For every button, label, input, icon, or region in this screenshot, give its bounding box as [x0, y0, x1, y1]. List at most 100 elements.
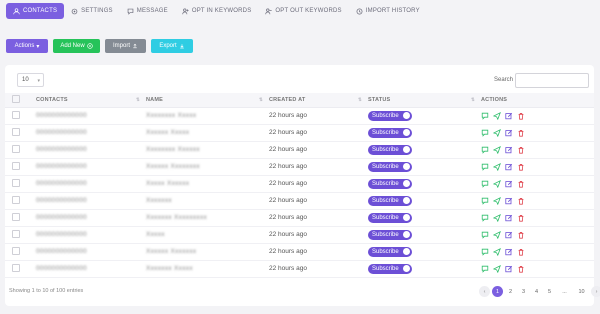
- status-toggle[interactable]: Subscribe: [368, 212, 412, 223]
- send-icon[interactable]: [493, 179, 501, 188]
- send-icon[interactable]: [493, 213, 501, 222]
- status-toggle[interactable]: Subscribe: [368, 178, 412, 189]
- chat-icon[interactable]: [481, 248, 489, 256]
- chat-icon[interactable]: [481, 146, 489, 154]
- row-checkbox[interactable]: [12, 144, 20, 153]
- tab-contacts[interactable]: CONTACTS: [6, 3, 65, 19]
- status-toggle[interactable]: Subscribe: [368, 127, 412, 138]
- table-row: 0000000000000 Xxxxx Xxxxxx 22 hours ago Sub…: [5, 175, 594, 192]
- row-checkbox[interactable]: [12, 212, 20, 221]
- edit-icon[interactable]: [505, 214, 513, 222]
- chat-icon[interactable]: [481, 197, 489, 205]
- row-checkbox[interactable]: [12, 127, 20, 136]
- trash-icon[interactable]: [517, 163, 525, 171]
- contact-number: 0000000000000: [36, 112, 87, 119]
- name-cell: Xxxxxx Xxxxx: [146, 124, 269, 141]
- row-checkbox[interactable]: [12, 195, 20, 204]
- edit-icon[interactable]: [505, 248, 513, 256]
- send-icon[interactable]: [493, 264, 501, 273]
- trash-icon[interactable]: [517, 231, 525, 239]
- status-toggle[interactable]: Subscribe: [368, 263, 412, 274]
- status-toggle[interactable]: Subscribe: [368, 246, 412, 257]
- chat-icon[interactable]: [481, 112, 489, 120]
- edit-icon[interactable]: [505, 231, 513, 239]
- chat-icon[interactable]: [481, 180, 489, 188]
- tab-message[interactable]: MESSAGE: [120, 3, 175, 19]
- page-button[interactable]: 1: [492, 286, 503, 297]
- edit-icon[interactable]: [505, 163, 513, 171]
- status-toggle[interactable]: Subscribe: [368, 110, 412, 121]
- select-all-checkbox[interactable]: [12, 94, 20, 103]
- send-icon[interactable]: [493, 230, 501, 239]
- chat-icon[interactable]: [481, 214, 489, 222]
- edit-icon[interactable]: [505, 197, 513, 205]
- import-button[interactable]: Import: [105, 39, 146, 53]
- actions-dropdown-button[interactable]: Actions ▾: [6, 39, 48, 53]
- trash-icon[interactable]: [517, 146, 525, 154]
- trash-icon[interactable]: [517, 180, 525, 188]
- contact-number: 0000000000000: [36, 231, 87, 238]
- trash-icon[interactable]: [517, 112, 525, 120]
- row-checkbox[interactable]: [12, 263, 20, 272]
- add-new-button[interactable]: Add New: [53, 39, 100, 53]
- trash-icon[interactable]: [517, 214, 525, 222]
- chat-icon[interactable]: [481, 129, 489, 137]
- chat-icon[interactable]: [481, 163, 489, 171]
- export-button[interactable]: Export: [151, 39, 193, 53]
- chat-icon[interactable]: [481, 231, 489, 239]
- page-button[interactable]: 4: [531, 286, 542, 297]
- next-page-button[interactable]: ›: [591, 286, 600, 297]
- created-cell: 22 hours ago: [269, 265, 307, 272]
- row-checkbox[interactable]: [12, 161, 20, 170]
- status-toggle[interactable]: Subscribe: [368, 144, 412, 155]
- page-button[interactable]: 5: [544, 286, 555, 297]
- user-plus-icon: [182, 7, 189, 14]
- tab-settings[interactable]: SETTINGS: [64, 3, 120, 19]
- send-icon[interactable]: [493, 111, 501, 120]
- send-icon[interactable]: [493, 128, 501, 137]
- contact-name: Xxxxx Xxxxxx: [146, 180, 190, 187]
- status-toggle[interactable]: Subscribe: [368, 161, 412, 172]
- row-checkbox[interactable]: [12, 246, 20, 255]
- col-header-status[interactable]: STATUS ⇅: [368, 93, 481, 107]
- status-label: Subscribe: [372, 197, 399, 204]
- col-label: CONTACTS: [36, 96, 68, 103]
- page-button[interactable]: 3: [518, 286, 529, 297]
- col-header-created-at[interactable]: CREATED AT ⇅: [269, 93, 368, 107]
- page-button[interactable]: 10: [574, 286, 589, 297]
- toggle-knob: [402, 197, 410, 204]
- send-icon[interactable]: [493, 247, 501, 256]
- contact-name: Xxxxxx Xxxxxxx: [146, 248, 197, 255]
- edit-icon[interactable]: [505, 146, 513, 154]
- tab-opt-in-keywords[interactable]: OPT IN KEYWORDS: [175, 3, 259, 19]
- col-header-contacts[interactable]: CONTACTS ⇅: [36, 93, 146, 107]
- edit-icon[interactable]: [505, 265, 513, 273]
- row-checkbox[interactable]: [12, 229, 20, 238]
- edit-icon[interactable]: [505, 180, 513, 188]
- status-toggle[interactable]: Subscribe: [368, 195, 412, 206]
- page-button[interactable]: 2: [505, 286, 516, 297]
- status-label: Subscribe: [372, 248, 399, 255]
- trash-icon[interactable]: [517, 265, 525, 273]
- row-checkbox[interactable]: [12, 178, 20, 187]
- tab-opt-out-keywords[interactable]: OPT OUT KEYWORDS: [258, 3, 348, 19]
- send-icon[interactable]: [493, 145, 501, 154]
- trash-icon[interactable]: [517, 197, 525, 205]
- row-select-cell: [5, 226, 36, 243]
- prev-page-button[interactable]: ‹: [479, 286, 490, 297]
- status-toggle[interactable]: Subscribe: [368, 229, 412, 240]
- chat-icon[interactable]: [481, 265, 489, 273]
- tab-import-history[interactable]: IMPORT HISTORY: [349, 3, 427, 19]
- contact-name: Xxxxxxxx Xxxxxx: [146, 146, 200, 153]
- trash-icon[interactable]: [517, 248, 525, 256]
- send-icon[interactable]: [493, 196, 501, 205]
- search-input[interactable]: [515, 73, 589, 88]
- send-icon[interactable]: [493, 162, 501, 171]
- edit-icon[interactable]: [505, 112, 513, 120]
- chevron-down-icon: ▾: [37, 78, 40, 84]
- edit-icon[interactable]: [505, 129, 513, 137]
- col-header-name[interactable]: NAME ⇅: [146, 93, 269, 107]
- trash-icon[interactable]: [517, 129, 525, 137]
- page-length-select[interactable]: 10 ▾: [17, 73, 44, 87]
- row-checkbox[interactable]: [12, 110, 20, 119]
